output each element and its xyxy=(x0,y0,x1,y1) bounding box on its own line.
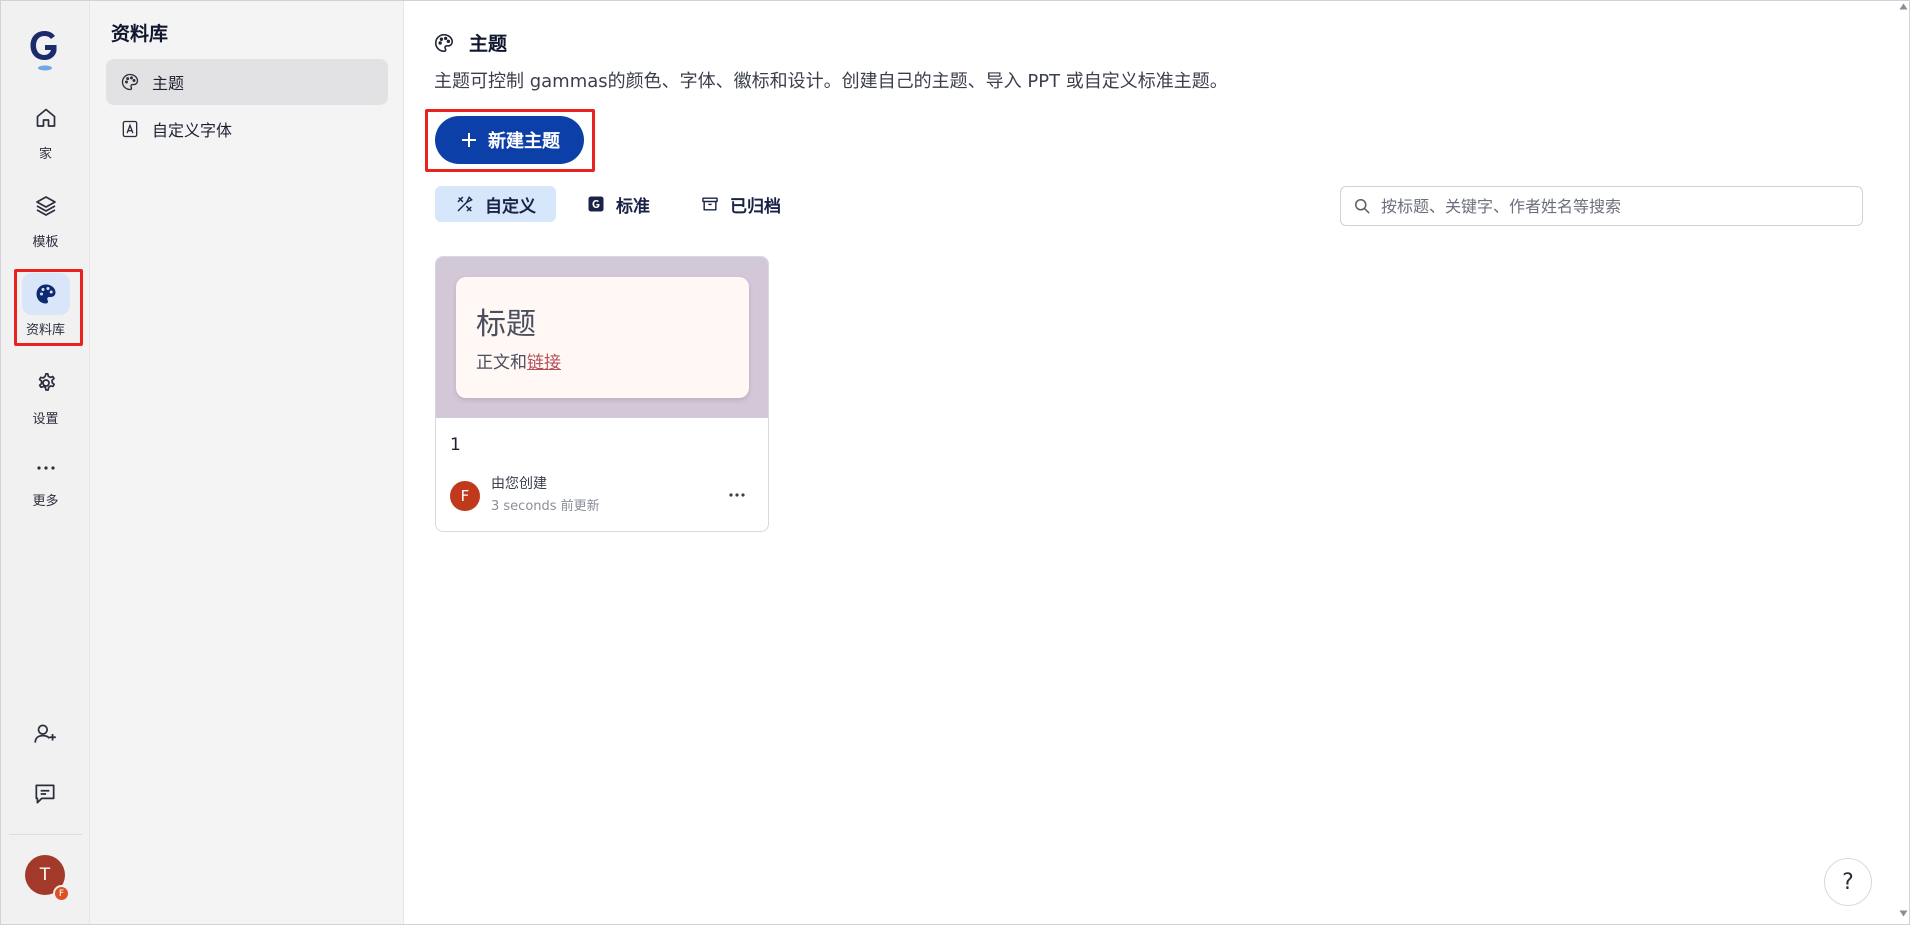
layers-icon xyxy=(22,185,70,227)
rail-label-home: 家 xyxy=(38,147,52,162)
add-user-icon[interactable] xyxy=(23,714,67,754)
theme-card[interactable]: 标题 正文和链接 1 F 由您创建 3 seconds 前更新 xyxy=(435,256,769,532)
creator-avatar: F xyxy=(450,481,480,511)
tab-custom[interactable]: 自定义 xyxy=(435,186,556,222)
search-box[interactable] xyxy=(1340,186,1863,226)
page-title: 主题 xyxy=(469,33,508,55)
new-theme-button[interactable]: 新建主题 xyxy=(435,116,584,164)
sidebar-item-label: 自定义字体 xyxy=(152,121,233,140)
palette-icon xyxy=(21,273,70,315)
scroll-up-arrow-icon[interactable] xyxy=(1899,3,1908,10)
font-icon xyxy=(122,120,138,138)
rail-label-library: 资料库 xyxy=(25,323,65,338)
app-window: 家 模板 资料库 设置 更多 T F 资料库 主题 自定义字体 主题 主题可控制… xyxy=(0,0,1910,925)
sidebar-title: 资料库 xyxy=(111,23,169,45)
search-input[interactable] xyxy=(1381,196,1851,216)
page-description: 主题可控制 gammas的颜色、字体、徽标和设计。创建自己的主题、导入 PPT … xyxy=(434,71,1228,92)
feedback-icon[interactable] xyxy=(23,774,67,814)
preview-body-text: 正文和 xyxy=(476,353,527,373)
rail-divider xyxy=(9,834,82,835)
palette-icon xyxy=(121,73,139,91)
tab-label: 自定义 xyxy=(485,196,536,217)
tab-archived[interactable]: 已归档 xyxy=(680,186,801,222)
more-icon xyxy=(22,450,70,486)
preview-title: 标题 xyxy=(476,307,536,342)
theme-name: 1 xyxy=(450,435,461,455)
sidebar-item-label: 主题 xyxy=(152,74,185,93)
created-by: 由您创建 xyxy=(491,476,547,492)
rail-label-more: 更多 xyxy=(32,494,59,509)
rail-item-settings[interactable]: 设置 xyxy=(1,362,90,427)
help-button[interactable]: ? xyxy=(1824,858,1872,906)
rail-item-library[interactable]: 资料库 xyxy=(1,273,90,338)
theme-preview: 标题 正文和链接 xyxy=(436,257,768,418)
theme-preview-frame: 标题 正文和链接 xyxy=(456,277,749,398)
new-theme-label: 新建主题 xyxy=(488,131,560,152)
search-icon xyxy=(1355,199,1370,214)
preview-link: 链接 xyxy=(527,353,561,373)
theme-tabs: 自定义 标准 已归档 xyxy=(435,186,811,222)
archive-icon xyxy=(702,197,718,211)
rail-item-templates[interactable]: 模板 xyxy=(1,185,90,250)
sidebar-item-custom-fonts[interactable]: 自定义字体 xyxy=(106,106,388,152)
tab-standard[interactable]: 标准 xyxy=(566,186,670,222)
gamma-logo-icon[interactable] xyxy=(25,27,65,73)
tab-label: 已归档 xyxy=(730,196,781,217)
preview-body: 正文和链接 xyxy=(476,348,561,373)
page-header: 主题 xyxy=(433,29,507,56)
main-content: 主题 主题可控制 gammas的颜色、字体、徽标和设计。创建自己的主题、导入 P… xyxy=(405,1,1909,924)
icon-rail: 家 模板 资料库 设置 更多 T F xyxy=(1,1,90,924)
plus-icon xyxy=(462,133,476,147)
updated-time: 3 seconds 前更新 xyxy=(491,499,600,514)
rail-item-home[interactable]: 家 xyxy=(1,97,90,162)
custom-design-icon xyxy=(457,196,473,212)
rail-label-settings: 设置 xyxy=(32,412,59,427)
gamma-standard-icon xyxy=(588,196,604,212)
workspace-badge: F xyxy=(53,885,70,902)
scroll-down-arrow-icon[interactable] xyxy=(1899,910,1908,917)
rail-label-templates: 模板 xyxy=(32,235,59,250)
rail-item-more[interactable]: 更多 xyxy=(1,450,90,509)
gear-icon xyxy=(22,362,70,404)
sidebar-item-themes[interactable]: 主题 xyxy=(106,59,388,105)
palette-icon xyxy=(434,33,454,52)
tab-label: 标准 xyxy=(616,196,650,217)
home-icon xyxy=(22,97,70,139)
more-options-icon[interactable] xyxy=(726,487,748,503)
library-sidebar: 资料库 主题 自定义字体 xyxy=(90,1,404,924)
